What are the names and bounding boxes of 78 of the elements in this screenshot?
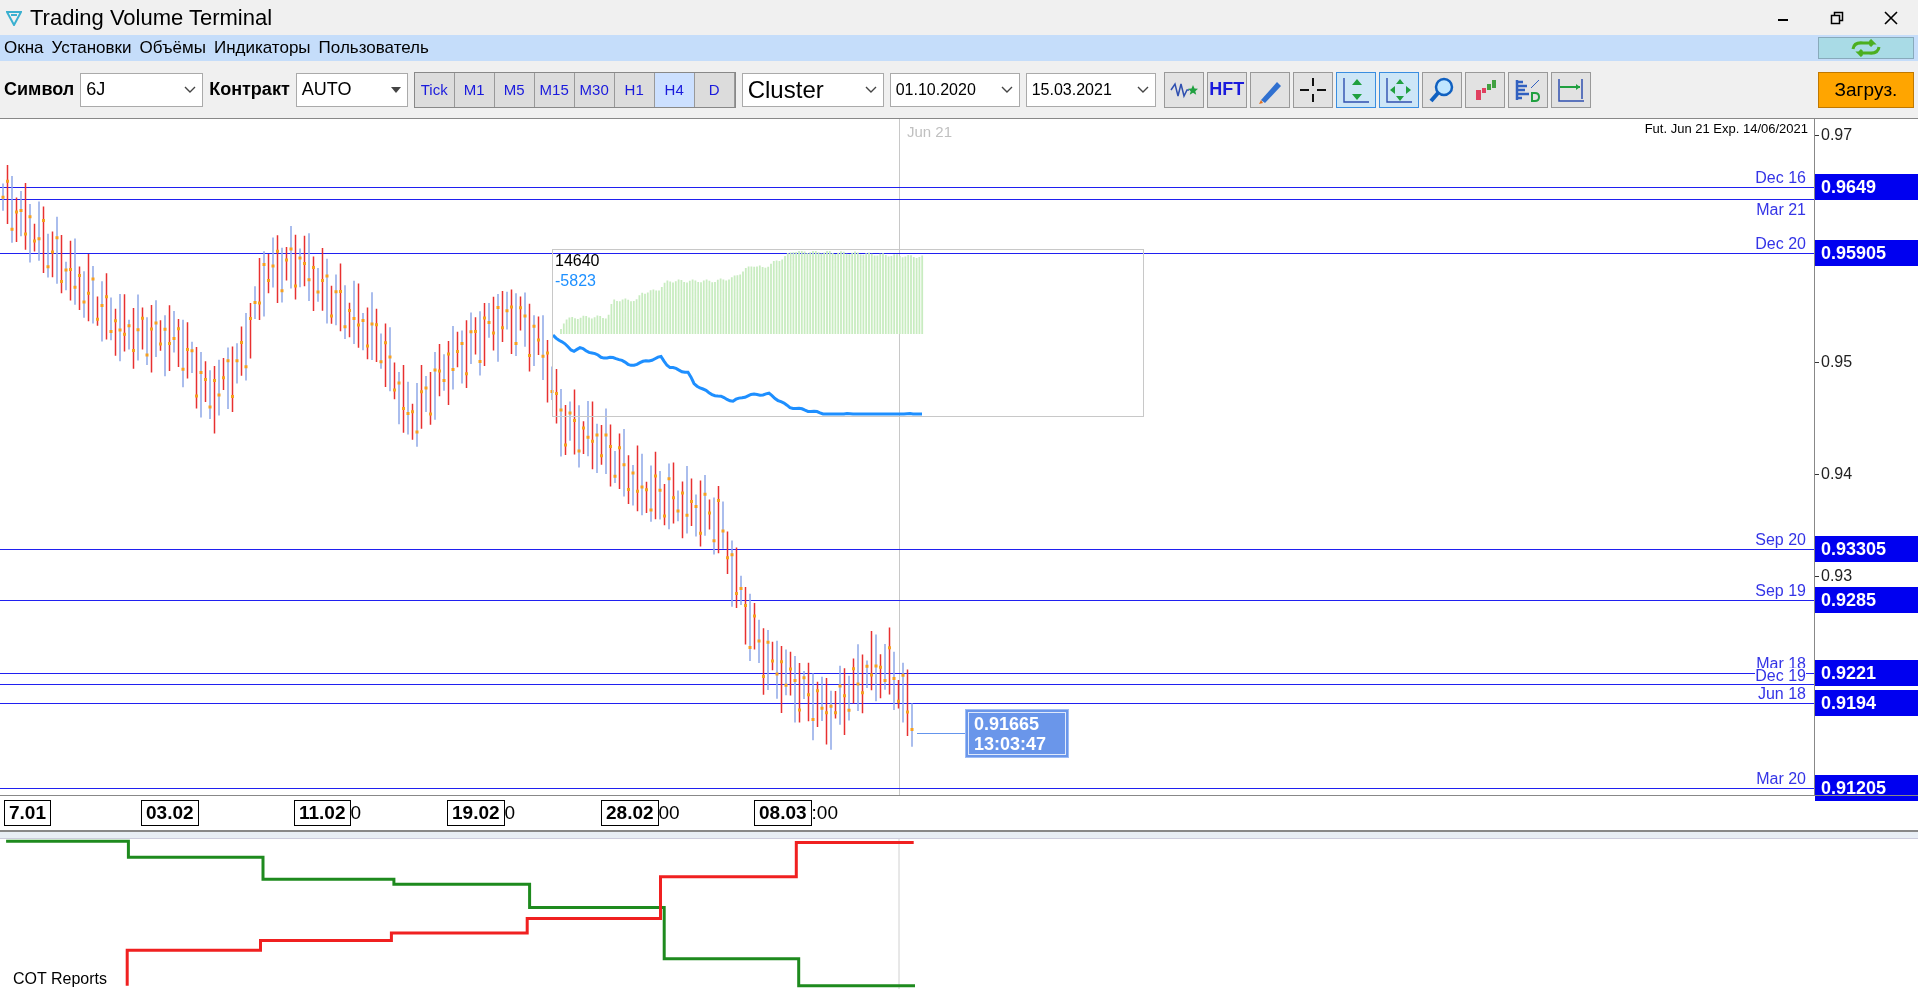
price-tag: 0.9285 <box>1815 587 1918 613</box>
level-label: Sep 19 <box>1755 583 1806 598</box>
symbol-dropdown[interactable]: 6J <box>80 72 204 107</box>
move-arrows-icon <box>1383 75 1414 104</box>
level-label: Dec 16 <box>1755 170 1806 185</box>
logo-icon <box>6 9 22 26</box>
restore-icon[interactable] <box>1829 9 1845 26</box>
date-label: 7.01 <box>4 800 51 826</box>
menu-item[interactable]: Окна <box>0 38 48 58</box>
refresh-icon <box>1849 39 1883 57</box>
price-tag: 0.9221 <box>1815 660 1918 686</box>
date-label: 19.02 <box>447 800 505 826</box>
menu-item[interactable]: Объёмы <box>135 38 210 58</box>
date-label: 03.02 <box>141 800 199 826</box>
delta-value: -5823 <box>555 272 596 290</box>
level-label: Mar 20 <box>1756 771 1806 786</box>
timeframe-tab[interactable]: D <box>694 72 735 107</box>
date-fragment: 0 <box>504 802 516 824</box>
tool-button[interactable] <box>1464 71 1505 108</box>
tool-button[interactable] <box>1335 71 1376 108</box>
tooltip-price: 0.91665 <box>974 714 1041 734</box>
crosshair-icon <box>1297 75 1328 104</box>
axis-tick-label: 0.97 <box>1820 126 1853 144</box>
axis-tick-label: 0.95 <box>1820 353 1853 371</box>
date-label: 11.02 <box>294 800 351 826</box>
price-tag: 0.9194 <box>1815 690 1918 716</box>
timeframe-tab[interactable]: M5 <box>494 72 535 107</box>
load-button[interactable]: Загруз. <box>1818 71 1914 108</box>
crosshair-button[interactable] <box>1292 71 1333 108</box>
symbol-label: Символ <box>4 79 75 100</box>
price-tag: 0.95905 <box>1815 240 1918 266</box>
price-tag: 0.91205 <box>1815 775 1918 801</box>
contract-dropdown[interactable]: AUTO <box>295 72 408 107</box>
tool-button[interactable] <box>1507 71 1548 108</box>
cursor-date-label: Jun 21 <box>907 123 953 140</box>
chevron-down-icon <box>1136 85 1149 94</box>
window-title: Trading Volume Terminal <box>30 4 273 31</box>
menu-item[interactable]: Пользователь <box>314 38 433 58</box>
volume-value: 14640 <box>555 252 600 270</box>
tool-button[interactable] <box>1550 71 1591 108</box>
vertical-arrows-icon <box>1340 75 1371 104</box>
timeframe-tab[interactable]: M15 <box>534 72 575 107</box>
expiry-note: Fut. Jun 21 Exp. 14/06/2021 <box>1644 121 1808 136</box>
axis-tick-label: 0.94 <box>1820 465 1853 483</box>
level-label: Sep 20 <box>1755 532 1806 547</box>
dropdown-icon <box>390 86 401 93</box>
date-to-field[interactable]: 15.03.2021 <box>1025 72 1156 107</box>
chevron-down-icon <box>864 85 877 94</box>
hft-button[interactable]: HFT <box>1206 71 1247 108</box>
chevron-down-icon <box>184 85 197 94</box>
date-fragment: :00 <box>811 802 838 824</box>
timeframe-tab[interactable]: H4 <box>654 72 695 107</box>
date-fragment: 00 <box>658 802 680 824</box>
menu-item[interactable]: Установки <box>47 38 136 58</box>
tooltip-time: 13:03:47 <box>974 734 1048 754</box>
price-tag: 0.93305 <box>1815 536 1918 562</box>
axis-tick-label: 0.93 <box>1820 567 1853 585</box>
timeframe-tab[interactable]: M1 <box>454 72 495 107</box>
level-label: Jun 18 <box>1757 686 1806 701</box>
date-from-field[interactable]: 01.10.2020 <box>889 72 1020 107</box>
timeframe-tab[interactable]: M30 <box>574 72 615 107</box>
tool-button[interactable] <box>1249 71 1290 108</box>
tool-button[interactable] <box>1378 71 1419 108</box>
chevron-down-icon <box>1000 85 1013 94</box>
price-tag: 0.9649 <box>1815 174 1918 200</box>
level-label: Mar 21 <box>1756 202 1806 217</box>
timeframe-tab[interactable]: Tick <box>414 72 455 107</box>
close-icon[interactable] <box>1883 9 1899 26</box>
zoom-button[interactable] <box>1421 71 1462 108</box>
date-fragment: 0 <box>350 802 362 824</box>
chart-type-dropdown[interactable]: Cluster <box>741 72 884 107</box>
timeframe-tab[interactable]: H1 <box>614 72 655 107</box>
date-label: 08.03 <box>754 800 812 826</box>
tool-button[interactable] <box>1163 71 1204 108</box>
date-label: 28.02 <box>601 800 659 826</box>
contract-label: Контракт <box>209 79 290 100</box>
level-label: Dec 20 <box>1755 236 1806 251</box>
menu-item[interactable]: Индикаторы <box>209 38 315 58</box>
